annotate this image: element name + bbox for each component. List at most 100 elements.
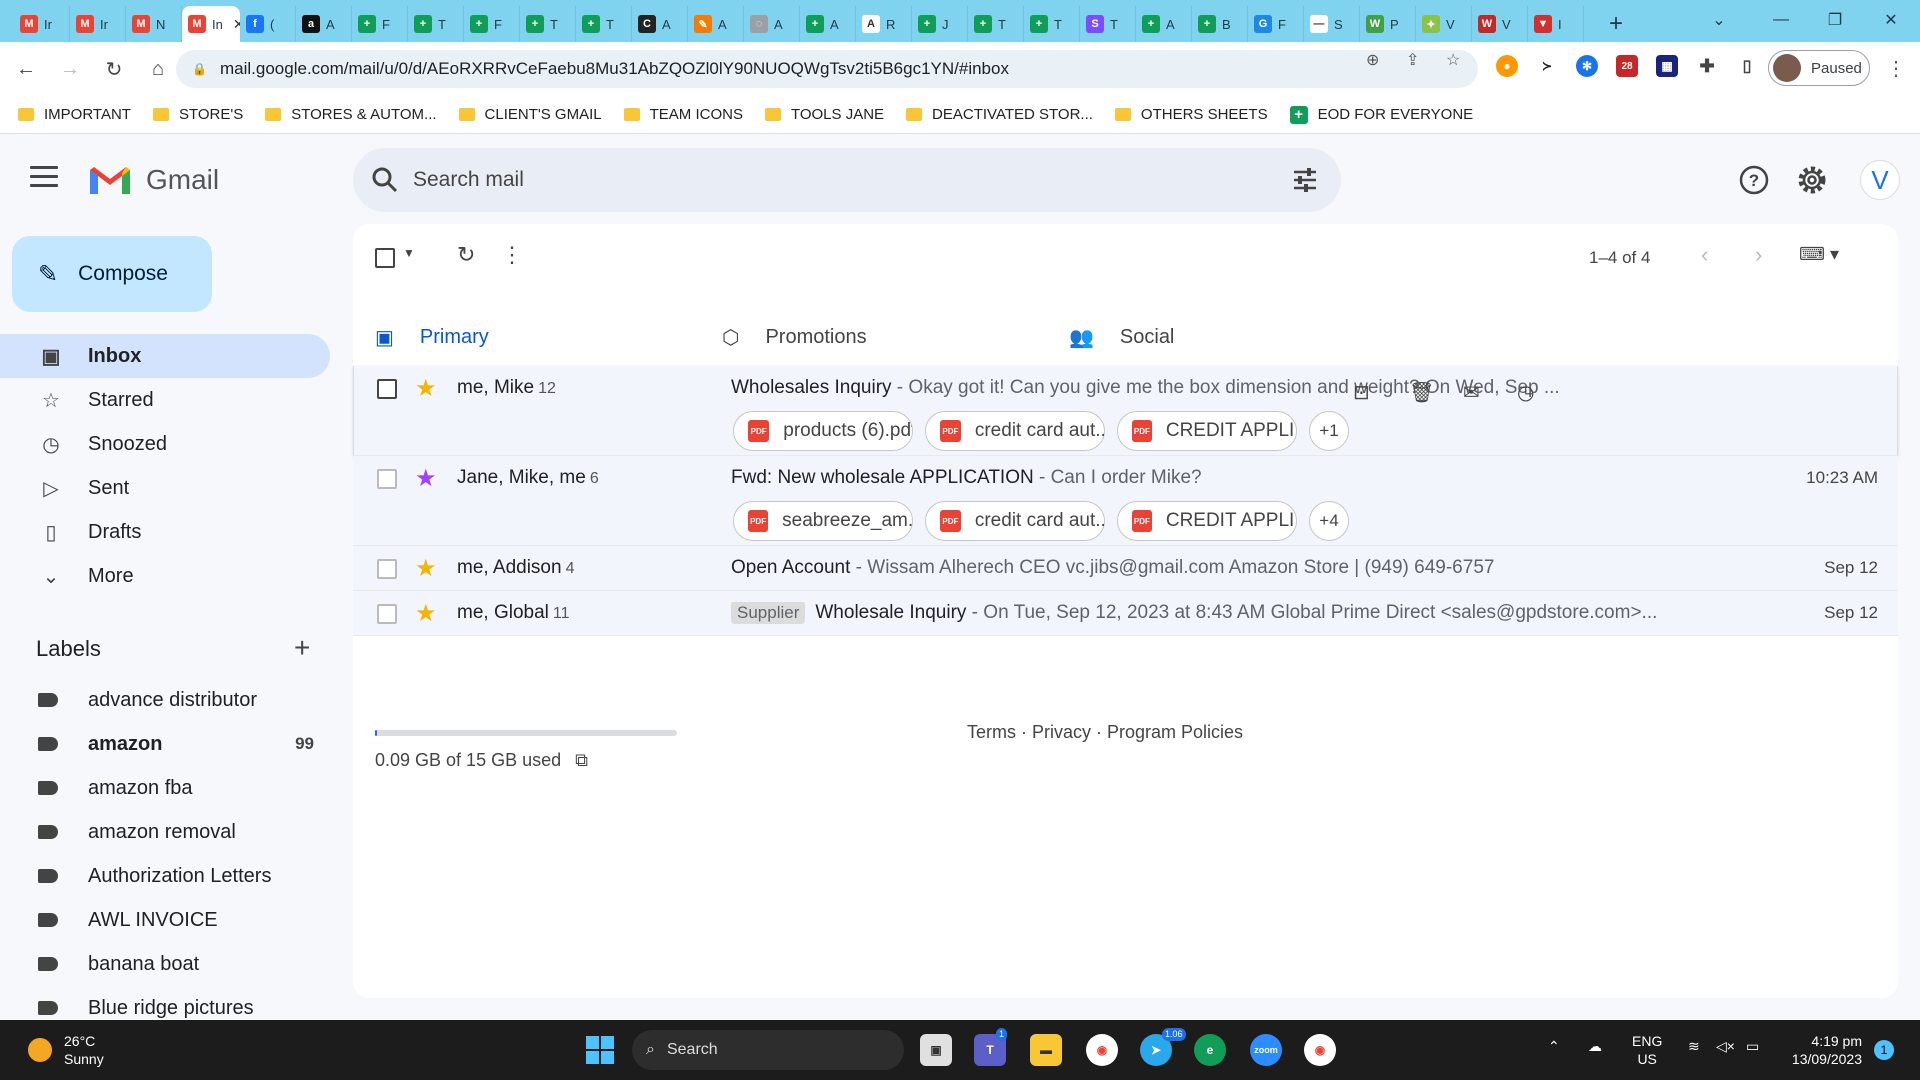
browser-menu-icon[interactable]: ⋮: [1886, 56, 1906, 81]
browser-tab[interactable]: + T: [520, 6, 576, 42]
extension-icon-2[interactable]: ≻: [1536, 55, 1558, 77]
tray-overflow-icon[interactable]: ⌃: [1548, 1038, 1560, 1055]
browser-tab[interactable]: M Ir: [70, 6, 126, 42]
browser-tab[interactable]: ◌ A: [744, 6, 800, 42]
browser-tab[interactable]: ✦ V: [1416, 6, 1472, 42]
label-item[interactable]: AWL INVOICE: [0, 900, 330, 940]
browser-tab[interactable]: WV: [1472, 6, 1528, 42]
chrome-icon[interactable]: ◉: [1086, 1034, 1118, 1066]
weather-widget[interactable]: 26°C Sunny: [64, 1032, 104, 1068]
star-icon[interactable]: ★: [415, 599, 437, 628]
star-icon[interactable]: ★: [415, 554, 437, 583]
attachment-chip[interactable]: PDF credit card aut...: [925, 411, 1105, 451]
bookmark-item[interactable]: STORES & AUTOM...: [265, 106, 437, 123]
tab-search-icon[interactable]: ⌄: [1690, 0, 1748, 40]
search-options-icon[interactable]: [1291, 166, 1319, 194]
url-bar[interactable]: 🔒 mail.google.com/mail/u/0/d/AEoRXRRvCeF…: [176, 50, 1478, 88]
start-button[interactable]: [586, 1036, 614, 1064]
search-icon[interactable]: [371, 166, 399, 194]
sidebar-item-sent[interactable]: ▷ Sent: [0, 466, 330, 510]
extension-icon-5[interactable]: ▦: [1656, 55, 1678, 77]
forward-icon[interactable]: →: [52, 51, 88, 87]
extension-icon-4[interactable]: 28: [1616, 55, 1638, 77]
edge-icon[interactable]: e: [1194, 1034, 1226, 1066]
restore-button[interactable]: ❐: [1806, 0, 1864, 40]
browser-tab[interactable]: + T: [576, 6, 632, 42]
close-window-button[interactable]: ✕: [1862, 0, 1920, 40]
search-input[interactable]: Search mail: [413, 168, 524, 192]
archive-icon[interactable]: ⊡: [1353, 380, 1370, 405]
bookmark-item[interactable]: STORE'S: [152, 106, 243, 123]
star-icon[interactable]: ★: [415, 464, 437, 493]
bookmark-item[interactable]: CLIENT'S GMAIL: [458, 106, 602, 123]
bookmark-item[interactable]: TEAM ICONS: [623, 106, 743, 123]
sidebar-item-more[interactable]: ⌄ More: [0, 554, 330, 598]
close-tab-icon[interactable]: ✕: [233, 16, 240, 33]
bookmark-item[interactable]: TOOLS JANE: [764, 106, 884, 123]
tab-promotions[interactable]: ⬡ Promotions: [700, 302, 1050, 372]
browser-tab[interactable]: + T: [968, 6, 1024, 42]
bookmark-item[interactable]: OTHERS SHEETS: [1114, 106, 1268, 123]
footer-links[interactable]: Terms · Privacy · Program Policies: [967, 722, 1243, 743]
browser-tab[interactable]: M In ✕: [182, 6, 240, 42]
email-checkbox[interactable]: [377, 379, 397, 399]
attachment-chip[interactable]: PDF seabreeze_am...: [733, 501, 913, 541]
attachment-chip[interactable]: PDF credit card aut...: [925, 501, 1105, 541]
search-mail-bar[interactable]: Search mail: [353, 148, 1341, 212]
browser-tab[interactable]: + A: [1136, 6, 1192, 42]
more-options-icon[interactable]: ⋮: [501, 242, 523, 268]
email-checkbox[interactable]: [377, 559, 397, 579]
tab-social[interactable]: 👥 Social: [1047, 302, 1397, 372]
minimize-button[interactable]: —: [1752, 0, 1810, 40]
account-avatar[interactable]: V: [1860, 160, 1900, 200]
reload-icon[interactable]: ↻: [96, 51, 132, 87]
browser-tab[interactable]: M Ir: [14, 6, 70, 42]
battery-icon[interactable]: ▭: [1746, 1038, 1759, 1055]
select-dropdown-icon[interactable]: ▼: [403, 246, 415, 260]
delete-icon[interactable]: 🗑: [1409, 380, 1434, 405]
select-all-checkbox[interactable]: [375, 248, 395, 268]
input-tools-keyboard-icon[interactable]: ⌨ ▾: [1799, 244, 1839, 265]
extension-icon-3[interactable]: ✻: [1576, 55, 1598, 77]
browser-tab[interactable]: MN: [126, 6, 182, 42]
volume-muted-icon[interactable]: ◁×: [1716, 1038, 1735, 1055]
mark-unread-icon[interactable]: ✉: [1463, 380, 1480, 405]
browser-tab[interactable]: ✎ A: [688, 6, 744, 42]
back-icon[interactable]: ←: [8, 51, 44, 87]
label-item[interactable]: advance distributor: [0, 680, 330, 720]
home-icon[interactable]: ⌂: [140, 51, 176, 87]
browser-tab[interactable]: ▼ I: [1528, 6, 1584, 42]
extension-icon-1[interactable]: ●: [1496, 55, 1518, 77]
open-storage-icon[interactable]: ⧉: [575, 750, 588, 771]
extensions-puzzle-icon[interactable]: ✚: [1696, 55, 1718, 77]
chrome-beta-icon[interactable]: ◉: [1304, 1034, 1336, 1066]
label-item[interactable]: Authorization Letters: [0, 856, 330, 896]
browser-tab[interactable]: CA: [632, 6, 688, 42]
browser-tab[interactable]: + T: [1024, 6, 1080, 42]
help-icon[interactable]: ?: [1738, 164, 1770, 196]
attachment-chip[interactable]: PDF products (6).pdf: [733, 411, 913, 451]
star-icon[interactable]: ★: [415, 374, 437, 403]
main-menu-icon[interactable]: [30, 166, 58, 193]
sidebar-item-inbox[interactable]: ▣ Inbox: [0, 334, 330, 378]
language-indicator[interactable]: ENG US: [1632, 1032, 1662, 1068]
bookmark-item[interactable]: + EOD FOR EVERYONE: [1289, 105, 1473, 124]
bookmark-item[interactable]: IMPORTANT: [18, 106, 131, 123]
notification-badge[interactable]: 1: [1874, 1040, 1894, 1060]
label-item[interactable]: amazon 99: [0, 724, 330, 764]
email-checkbox[interactable]: [377, 604, 397, 624]
sidebar-item-snoozed[interactable]: ◷ Snoozed: [0, 422, 330, 466]
taskbar-search[interactable]: ⌕ Search: [632, 1030, 904, 1070]
email-row[interactable]: ★ me, Mike 12 Wholesales Inquiry - Okay got…: [353, 366, 1898, 456]
browser-tab[interactable]: f(: [240, 6, 296, 42]
attachment-chip[interactable]: PDF CREDIT APPLI...: [1117, 501, 1297, 541]
more-attachments-chip[interactable]: +4: [1309, 501, 1349, 541]
label-item[interactable]: amazon removal: [0, 812, 330, 852]
newer-page-icon[interactable]: ‹: [1701, 242, 1708, 268]
compose-button[interactable]: ✎ Compose: [12, 236, 212, 312]
system-clock[interactable]: 4:19 pm 13/09/2023: [1782, 1032, 1862, 1068]
profile-button[interactable]: Paused: [1768, 50, 1870, 86]
zoom-icon[interactable]: ⊕: [1366, 50, 1379, 70]
email-row[interactable]: ★ me, Global 11 Supplier Wholesale Inquiry -…: [353, 591, 1898, 636]
file-explorer-icon[interactable]: ▬: [1030, 1034, 1062, 1066]
